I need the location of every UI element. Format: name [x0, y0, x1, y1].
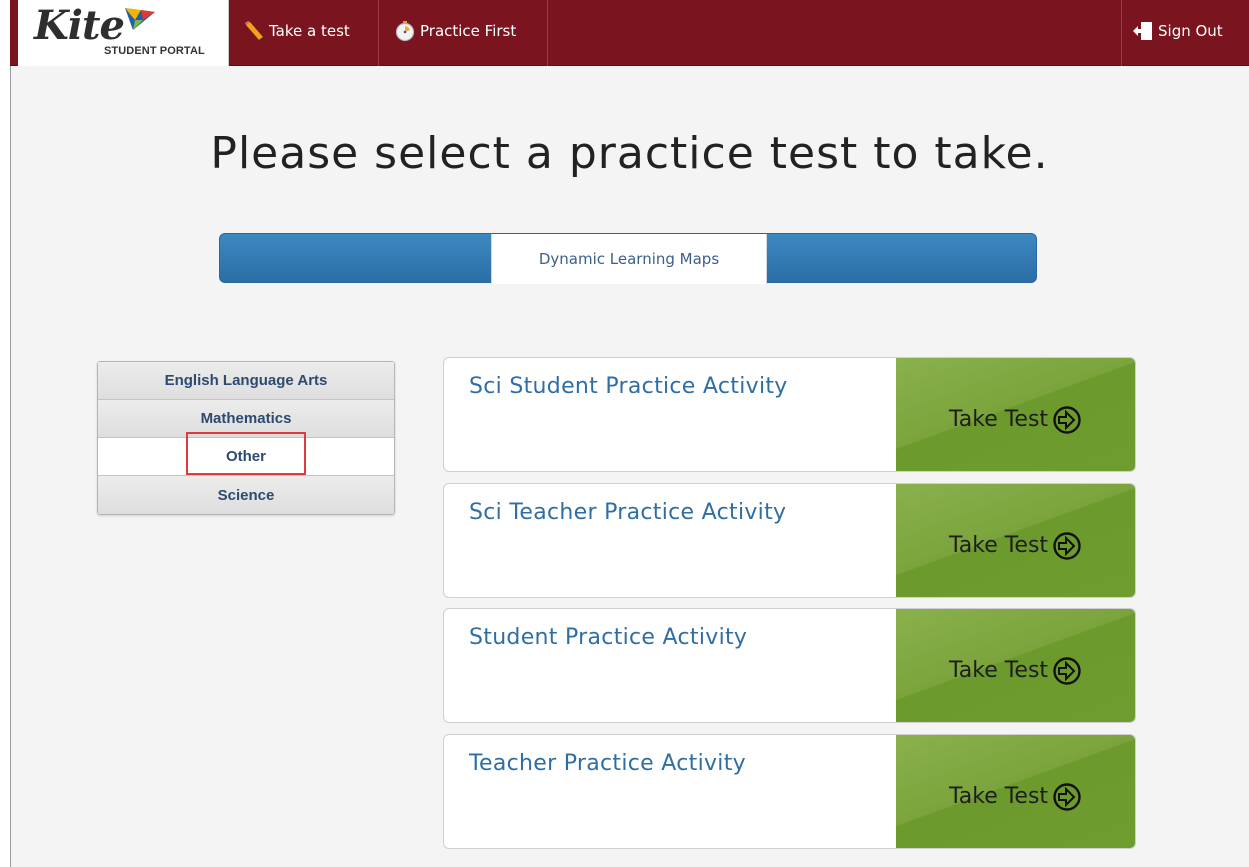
- arrow-right-circle-icon: [1053, 405, 1081, 434]
- take-test-label: Take Test: [948, 533, 1049, 558]
- subject-science[interactable]: Science: [98, 476, 394, 514]
- kite-logo: Kite STUDENT PORTAL: [18, 0, 229, 66]
- nav-take-a-test[interactable]: Take a test: [229, 0, 379, 66]
- take-test-label: Take Test: [948, 784, 1049, 809]
- test-card: Teacher Practice Activity Take Test: [443, 734, 1136, 849]
- test-card-title: Teacher Practice Activity: [469, 751, 746, 776]
- nav-sign-out[interactable]: Sign Out: [1121, 0, 1249, 66]
- stopwatch-icon: [395, 21, 415, 42]
- test-card: Sci Student Practice Activity Take Test: [443, 357, 1136, 472]
- arrow-right-circle-icon: [1053, 782, 1081, 811]
- take-test-label: Take Test: [948, 658, 1049, 683]
- kite-icon: [125, 8, 155, 30]
- take-test-label: Take Test: [948, 407, 1049, 432]
- test-card: Student Practice Activity Take Test: [443, 608, 1136, 723]
- exit-door-icon: [1133, 22, 1152, 40]
- tab-dynamic-learning-maps[interactable]: Dynamic Learning Maps: [491, 234, 767, 284]
- take-test-button[interactable]: Take Test: [896, 484, 1135, 597]
- nav-practice-first-label: Practice First: [420, 22, 517, 40]
- take-test-button[interactable]: Take Test: [896, 609, 1135, 722]
- arrow-right-circle-icon: [1053, 531, 1081, 560]
- subject-english-language-arts[interactable]: English Language Arts: [98, 362, 394, 400]
- pencil-icon: [245, 21, 264, 41]
- arrow-right-circle-icon: [1053, 656, 1081, 685]
- page-title: Please select a practice test to take.: [210, 128, 1049, 179]
- top-navbar: Kite STUDENT PORTAL Take a test Practice…: [10, 0, 1249, 66]
- take-test-button[interactable]: Take Test: [896, 735, 1135, 848]
- highlight-annotation-box: [186, 432, 306, 475]
- program-tabbar: Dynamic Learning Maps: [219, 233, 1037, 284]
- nav-practice-first[interactable]: Practice First: [380, 0, 548, 66]
- test-card-title: Sci Teacher Practice Activity: [469, 500, 787, 525]
- nav-sign-out-label: Sign Out: [1158, 22, 1223, 40]
- logo-word: Kite: [34, 2, 125, 49]
- test-card: Sci Teacher Practice Activity Take Test: [443, 483, 1136, 598]
- take-test-button[interactable]: Take Test: [896, 358, 1135, 471]
- test-card-title: Student Practice Activity: [469, 625, 748, 650]
- test-card-title: Sci Student Practice Activity: [469, 374, 788, 399]
- logo-subtitle: STUDENT PORTAL: [104, 45, 205, 57]
- nav-take-a-test-label: Take a test: [269, 22, 350, 40]
